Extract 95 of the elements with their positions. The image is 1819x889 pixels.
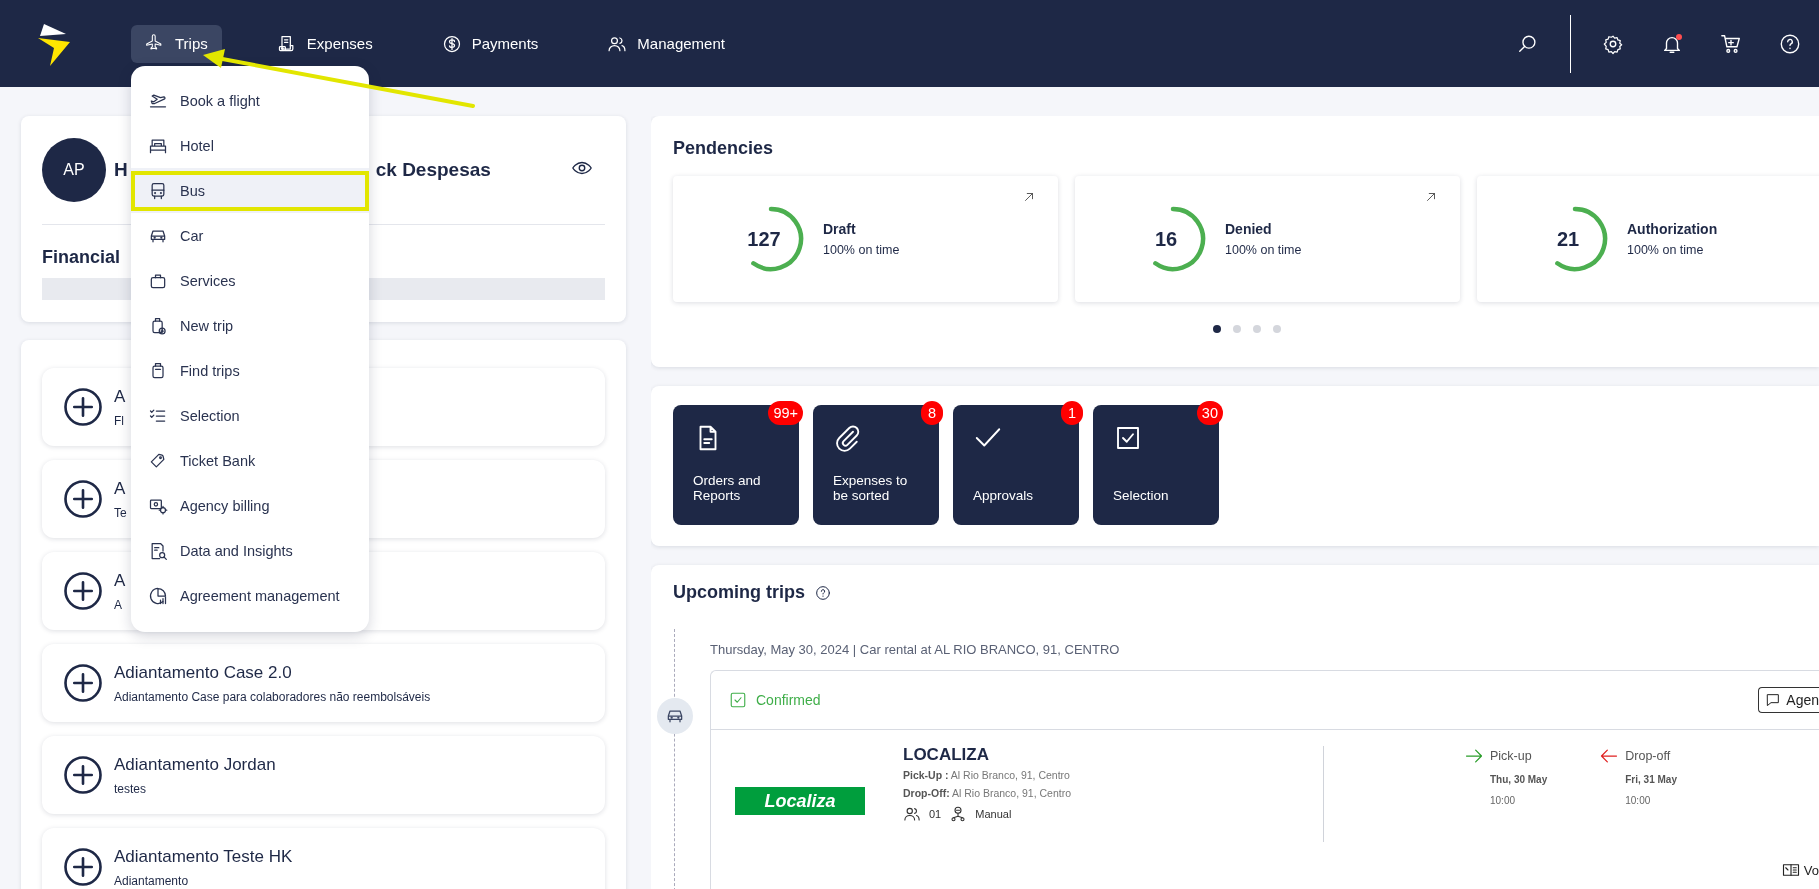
stat-label: Denied — [1225, 221, 1273, 237]
users-icon — [903, 805, 921, 823]
stat-note: 100% on time — [823, 243, 900, 257]
trip-date-line: Thursday, May 30, 2024 | Car rental at AL RIO BRANCO, 91, CENTRO — [710, 642, 1121, 657]
avatar: AP — [42, 138, 106, 202]
stat-label: Draft — [823, 221, 857, 237]
stat-count: 21 — [1556, 227, 1580, 251]
plus-circle-icon — [62, 386, 104, 428]
schedule-time: 10:00 — [1625, 795, 1652, 806]
schedule-title: Pick-up — [1490, 749, 1532, 763]
menu-item[interactable]: Hotel — [131, 123, 369, 168]
menu-item[interactable]: Car — [131, 213, 369, 258]
profile-name: H — [114, 159, 128, 181]
ring-arc-drawing — [1153, 206, 1206, 272]
shortcut-label: Expenses to be sorted — [833, 473, 909, 503]
transmission-type: Manual — [975, 808, 1012, 820]
agent-button[interactable]: Agen — [1758, 687, 1819, 713]
chat-icon — [1765, 692, 1782, 708]
schedule-title: Drop-off — [1625, 749, 1671, 763]
stat-note: 100% on time — [1627, 243, 1705, 257]
menu-item[interactable]: Data and Insights — [131, 528, 369, 573]
dropoff-address: Drop-Off: Al Rio Branco, 91, Centro — [903, 787, 1073, 799]
menu-item[interactable]: New trip — [131, 303, 369, 348]
plus-circle-icon — [62, 478, 104, 520]
advance-description: Adiantamento — [114, 873, 190, 888]
shortcut-label: Orders and Reports — [693, 473, 762, 503]
advance-title: Adiantamento Case 2.0 — [114, 662, 293, 683]
menu-item[interactable]: Ticket Bank — [131, 438, 369, 483]
nav-tab[interactable]: Expenses — [262, 24, 387, 63]
arrow-up-right-icon — [1022, 190, 1036, 204]
nav-tab[interactable]: Payments — [427, 24, 553, 63]
advance-title: A — [114, 386, 126, 407]
count-badge: 30 — [1196, 401, 1223, 425]
dollar-icon — [441, 33, 462, 54]
advance-title: A — [114, 478, 127, 499]
panel-title: Upcoming trips — [673, 582, 805, 603]
plus-circle-icon — [62, 846, 104, 888]
page-dot[interactable] — [1273, 325, 1281, 333]
schedule-time: 10:00 — [1490, 795, 1517, 806]
advance-title: Adiantamento Jordan — [114, 754, 276, 775]
advance-description: Te — [114, 505, 127, 520]
stat-card[interactable]: 127 Draft 100% on time — [673, 176, 1058, 302]
profile-name: ck Despesas — [375, 159, 491, 181]
menu-item[interactable]: Services — [131, 258, 369, 303]
menu-item[interactable]: Find trips — [131, 348, 369, 393]
stat-label: Authorization — [1627, 221, 1718, 237]
advance-description: Adiantamento Case para colaboradores não reembolsáveis — [114, 689, 431, 704]
status-label: Confirmed — [756, 692, 821, 708]
company-logo: Localiza — [735, 787, 865, 815]
menu-item[interactable]: Agency billing — [131, 483, 369, 528]
advance-description: A — [114, 597, 123, 612]
help-icon — [1779, 32, 1801, 55]
stat-card[interactable]: 16 Denied 100% on time — [1075, 176, 1460, 302]
stat-count: 16 — [1154, 227, 1178, 251]
stat-card[interactable]: 21 Authorization 100% on time — [1477, 176, 1819, 302]
advance-description: testes — [114, 781, 147, 796]
logo-icon[interactable] — [36, 21, 72, 66]
menu-item[interactable]: Agreement management — [131, 573, 369, 618]
count-badge: 99+ — [768, 401, 803, 425]
count-badge: 1 — [1061, 401, 1083, 425]
advance-description: Fl — [114, 413, 125, 428]
advance-title: A — [114, 570, 126, 591]
arrow-up-right-icon — [1424, 190, 1438, 204]
ring-arc-drawing — [1555, 206, 1608, 272]
shortcut-label: Selection — [1113, 488, 1170, 503]
passenger-count: 01 — [929, 808, 942, 820]
help-icon — [815, 584, 831, 601]
menu-item[interactable]: Book a flight — [131, 78, 369, 123]
count-badge: 8 — [921, 401, 943, 425]
checkbox-icon — [729, 691, 747, 709]
plus-circle-icon — [62, 570, 104, 612]
advance-card[interactable]: Adiantamento Jordan testes — [42, 736, 605, 814]
pickup-address: Pick-Up : Al Rio Branco, 91, Centro — [903, 769, 1071, 781]
stat-note: 100% on time — [1225, 243, 1302, 257]
advance-card[interactable]: Adiantamento Case 2.0 Adiantamento Case para colaboradores não reembolsáveis — [42, 644, 605, 722]
section-title: Financial — [42, 247, 122, 268]
page-dot[interactable] — [1213, 325, 1221, 333]
page-dot[interactable] — [1253, 325, 1261, 333]
schedule-date: Thu, 30 May — [1490, 774, 1548, 785]
shortcut-label: Approvals — [973, 488, 1035, 503]
stat-count: 127 — [747, 227, 781, 251]
voucher-link[interactable]: Vo — [1781, 861, 1819, 879]
advance-card[interactable]: Adiantamento Teste HK Adiantamento — [42, 828, 605, 889]
advance-title: Adiantamento Teste HK — [114, 846, 293, 867]
plus-circle-icon — [62, 662, 104, 704]
page-dot[interactable] — [1233, 325, 1241, 333]
nav-tab[interactable]: Trips — [131, 24, 222, 63]
plus-circle-icon — [62, 754, 104, 796]
schedule-date: Fri, 31 May — [1625, 774, 1677, 785]
pie-chart-icon — [148, 585, 168, 606]
nav-tab[interactable]: Management — [593, 24, 739, 63]
company-name: LOCALIZA — [903, 746, 990, 763]
menu-item[interactable]: Selection — [131, 393, 369, 438]
cart-plus-icon — [1720, 32, 1742, 55]
panel-title: Pendencies — [673, 138, 775, 159]
